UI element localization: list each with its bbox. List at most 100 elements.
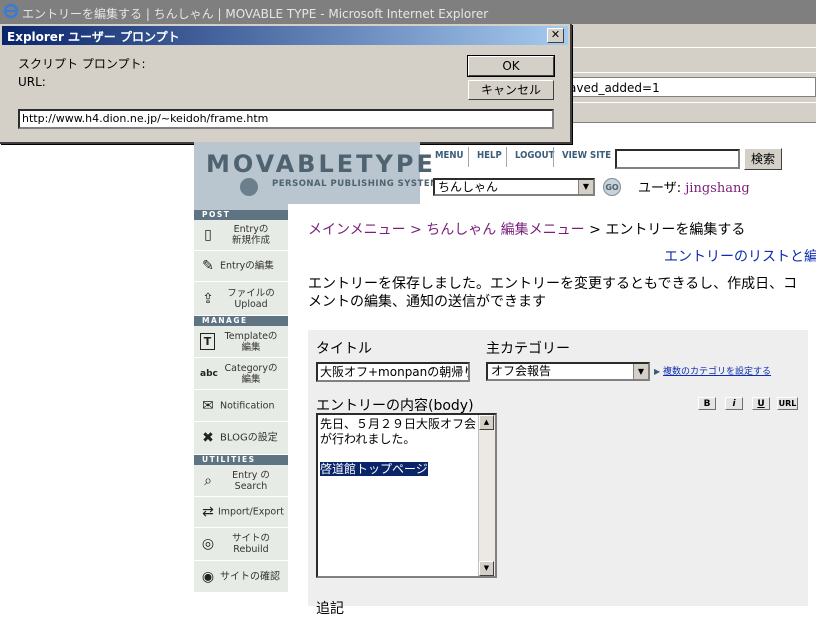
ie-logo-icon [3,3,19,19]
go-button[interactable]: GO [603,178,621,196]
prompt-dialog: Explorer ユーザー プロンプト ✕ スクリプト プロンプト: URL: … [0,24,572,144]
logo-subtitle: PERSONAL PUBLISHING SYSTEM [272,179,440,189]
label-line2: 編集 [241,373,261,385]
category-label: 主カテゴリー [486,341,570,357]
entry-list-link[interactable]: エントリーのリストと編集 [664,246,816,266]
browser-title-bar: エントリーを編集する | ちんしゃん | MOVABLE TYPE - Micr… [0,0,816,24]
multi-category-link-wrap[interactable]: ▶ 複数のカテゴリを設定する [654,364,771,377]
sidebar-item-label: Entry の Search [218,470,284,492]
chevron-down-icon[interactable]: ▼ [633,364,648,379]
breadcrumb-blog-menu[interactable]: ちんしゃん 編集メニュー [426,222,584,238]
blog-select-value: ちんしゃん [438,180,499,194]
envelope-icon: ✉ [202,397,214,414]
script-prompt-label: スクリプト プロンプト: [18,57,146,71]
chevron-down-icon[interactable]: ▼ [578,180,593,194]
breadcrumb-separator: > [405,222,427,238]
new-entry-icon: ▯ [204,227,212,243]
sidebar-item-label: サイトの Rebuild [218,533,284,555]
eye-icon: ◉ [201,568,215,585]
sidebar-item-view-site[interactable]: ◉ サイトの確認 [194,561,288,593]
scroll-down-icon[interactable]: ▼ [479,561,494,576]
nav-separator [553,147,554,167]
gear-icon [240,178,258,196]
import-export-icon: ⇄ [202,504,214,520]
label-line2: Search [234,480,268,492]
nav-separator [468,147,469,167]
multi-category-link[interactable]: 複数のカテゴリを設定する [663,367,771,377]
movabletype-logo[interactable]: MOVABLETYPE PERSONAL PUBLISHING SYSTEM [194,142,439,204]
body-text-wrap: 先日、５月２９日大阪オフ会が行われました。 啓道館トップページ [320,417,478,477]
dialog-title: Explorer ユーザー プロンプト [7,30,180,44]
url-button[interactable]: URL [777,397,798,410]
scroll-up-icon[interactable]: ▲ [479,415,494,430]
sidebar-item-category[interactable]: abc Categoryの 編集 [194,358,288,390]
label-line1: ファイルの [227,287,275,299]
sidebar-item-label: サイトの確認 [220,571,280,582]
user-name[interactable]: jingshang [685,181,749,196]
ok-button[interactable]: OK [467,55,555,77]
body-textarea[interactable]: 先日、５月２９日大阪オフ会が行われました。 啓道館トップページ ▲ ▼ [316,413,497,578]
label-line2: Upload [234,298,268,310]
url-label: URL: [18,75,46,89]
search-icon: ⌕ [204,472,212,489]
nav-view-site[interactable]: VIEW SITE [562,150,611,161]
extended-label: 追記 [316,601,344,617]
body-selected-text: 啓道館トップページ [320,462,428,476]
triangle-right-icon: ▶ [654,367,661,376]
label-line2: Rebuild [233,544,269,555]
sidebar-item-upload[interactable]: ⇪ ファイルの Upload [194,282,288,316]
bold-button[interactable]: B [698,397,716,410]
sidebar-item-label: Entryの編集 [220,260,274,272]
sidebar-item-label: Categoryの 編集 [218,363,284,385]
category-select[interactable]: オフ会報告 ▼ [486,362,650,381]
user-info: ユーザ: jingshang [638,177,750,196]
window-title: エントリーを編集する | ちんしゃん | MOVABLE TYPE - Micr… [22,7,489,21]
sidebar-item-import-export[interactable]: ⇄ Import/Export [194,497,288,528]
sidebar-item-label: Import/Export [218,506,284,518]
sidebar-section-manage: MANAGE [194,316,288,326]
sidebar-item-edit-entry[interactable]: ✎ Entryの編集 [194,251,288,282]
sidebar-item-label: ファイルの Upload [218,288,284,310]
label-line2: 新規作成 [231,235,270,246]
logo-brand: MOVABLETYPE [206,150,436,178]
dialog-title-bar: Explorer ユーザー プロンプト ✕ [2,26,568,45]
cancel-button[interactable]: キャンセル [468,80,554,100]
category-icon: abc [200,368,218,379]
nav-menu[interactable]: MENU [435,150,463,161]
prompt-input[interactable]: http://www.h4.dion.ne.jp/~keidoh/frame.h… [18,109,554,129]
breadcrumb-separator: > [584,222,606,238]
nav-logout[interactable]: LOGOUT [515,150,554,161]
title-label: タイトル [316,341,372,357]
sidebar-item-notification[interactable]: ✉ Notification [194,390,288,422]
template-icon: T [200,332,215,350]
rebuild-icon: ◎ [201,536,215,552]
label-line1: Templateの [224,330,278,342]
sidebar-item-rebuild[interactable]: ◎ サイトの Rebuild [194,528,288,561]
underline-button[interactable]: U [752,397,770,410]
close-icon[interactable]: ✕ [547,28,564,43]
title-input[interactable]: 大阪オフ+monpanの朝帰り+ [316,362,470,382]
search-input[interactable] [615,149,740,169]
address-input[interactable]: aved_added=1 [566,77,816,97]
breadcrumb-main-menu[interactable]: メインメニュー [308,222,406,238]
label-line1: Entry の [232,469,270,481]
label-line1: サイトの [231,533,270,544]
sidebar-item-new-entry[interactable]: ▯ Entryの 新規作成 [194,220,288,251]
italic-button[interactable]: i [725,397,743,410]
sidebar-item-label: Entryの 新規作成 [218,224,284,246]
label-line2: 編集 [241,341,261,353]
edit-entry-icon: ✎ [202,258,214,274]
breadcrumb: メインメニュー > ちんしゃん 編集メニュー > エントリーを編集する [308,219,745,239]
sidebar-item-label: Notification [220,400,275,411]
nav-separator [506,147,507,167]
nav-help[interactable]: HELP [477,150,502,161]
sidebar-item-blog-settings[interactable]: ✖ BLOGの設定 [194,422,288,455]
sidebar-item-template[interactable]: T Templateの 編集 [194,326,288,358]
body-scrollbar[interactable]: ▲ ▼ [478,415,495,576]
search-button[interactable]: 検索 [744,148,782,170]
label-line1: Categoryの [224,362,278,374]
body-label: エントリーの内容(body) [316,398,474,414]
blog-select[interactable]: ちんしゃん ▼ [433,178,595,196]
sidebar-item-search[interactable]: ⌕ Entry の Search [194,465,288,497]
body-text: 先日、５月２９日大阪オフ会が行われました。 [320,417,477,446]
